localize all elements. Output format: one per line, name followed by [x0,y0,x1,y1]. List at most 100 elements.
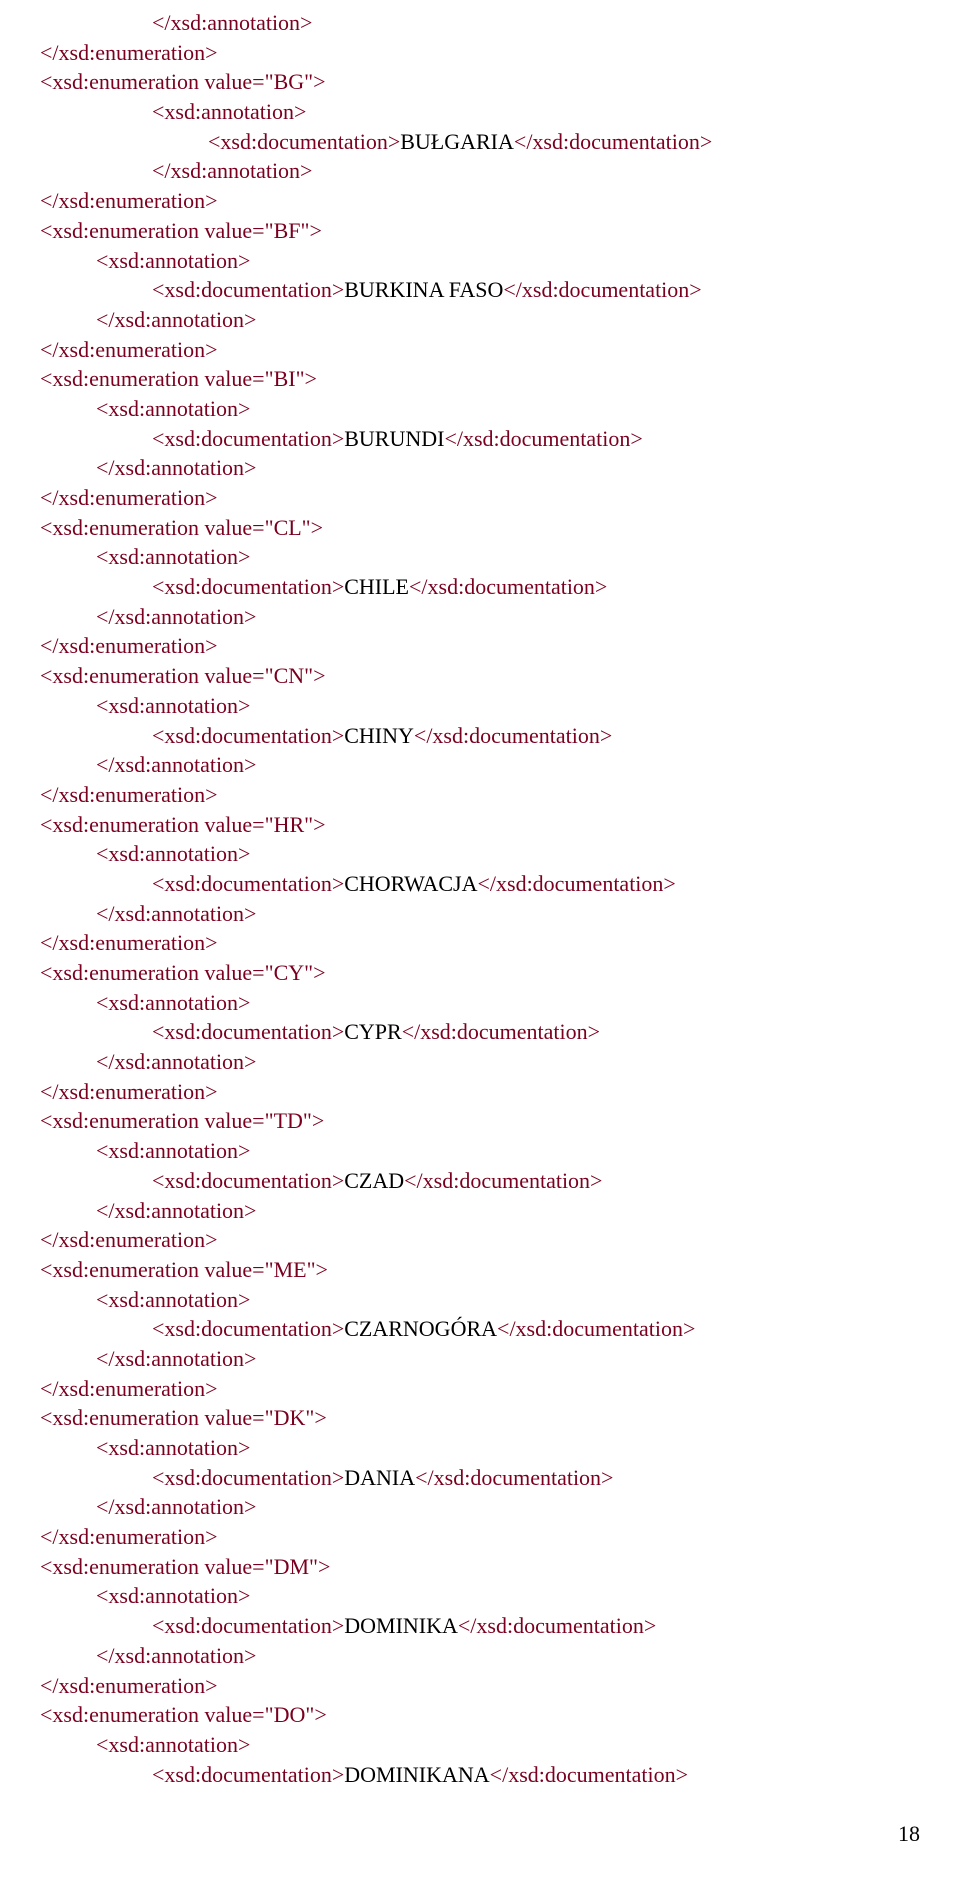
xml-line: <xsd:enumeration value="BF"> [40,216,920,246]
close-documentation: </xsd:documentation> [414,723,612,748]
xml-line: </xsd:enumeration> [40,483,920,513]
close-annotation: </xsd:annotation> [96,1198,256,1223]
close-annotation: </xsd:annotation> [152,158,312,183]
open-annotation: <xsd:annotation> [96,1138,250,1163]
open-annotation: <xsd:annotation> [96,693,250,718]
close-documentation: </xsd:documentation> [409,574,607,599]
open-enumeration: <xsd:enumeration value="TD"> [40,1108,324,1133]
xml-code-block: </xsd:annotation></xsd:enumeration><xsd:… [40,8,920,1789]
open-enumeration: <xsd:enumeration value="CY"> [40,960,326,985]
open-documentation: <xsd:documentation> [208,129,400,154]
xml-line: <xsd:documentation>BURKINA FASO</xsd:doc… [152,275,920,305]
xml-line: <xsd:enumeration value="CN"> [40,661,920,691]
xml-line: </xsd:enumeration> [40,780,920,810]
open-enumeration: <xsd:enumeration value="BG"> [40,69,326,94]
xml-line: </xsd:annotation> [96,1196,920,1226]
open-documentation: <xsd:documentation> [152,1019,344,1044]
xml-line: </xsd:enumeration> [40,1374,920,1404]
xml-line: <xsd:documentation>CYPR</xsd:documentati… [152,1017,920,1047]
xml-line: </xsd:enumeration> [40,1671,920,1701]
xml-line: <xsd:annotation> [96,394,920,424]
open-annotation: <xsd:annotation> [96,1732,250,1757]
documentation-text: CZAD [344,1168,404,1193]
xml-line: </xsd:annotation> [96,453,920,483]
xml-line: <xsd:annotation> [96,839,920,869]
xml-line: </xsd:enumeration> [40,335,920,365]
documentation-text: CYPR [344,1019,401,1044]
open-annotation: <xsd:annotation> [96,544,250,569]
close-enumeration: </xsd:enumeration> [40,40,218,65]
close-documentation: </xsd:documentation> [402,1019,600,1044]
xml-line: </xsd:annotation> [96,305,920,335]
documentation-text: BURKINA FASO [344,277,503,302]
close-annotation: </xsd:annotation> [96,307,256,332]
xml-line: </xsd:annotation> [96,899,920,929]
close-enumeration: </xsd:enumeration> [40,337,218,362]
xml-line: <xsd:documentation>BURUNDI</xsd:document… [152,424,920,454]
xml-line: <xsd:documentation>CZARNOGÓRA</xsd:docum… [152,1314,920,1344]
xml-line: </xsd:annotation> [96,602,920,632]
xml-line: <xsd:annotation> [96,1433,920,1463]
documentation-text: DANIA [344,1465,415,1490]
open-documentation: <xsd:documentation> [152,426,344,451]
close-enumeration: </xsd:enumeration> [40,1376,218,1401]
open-documentation: <xsd:documentation> [152,871,344,896]
open-enumeration: <xsd:enumeration value="BI"> [40,366,317,391]
close-enumeration: </xsd:enumeration> [40,633,218,658]
open-annotation: <xsd:annotation> [152,99,306,124]
close-documentation: </xsd:documentation> [503,277,701,302]
open-documentation: <xsd:documentation> [152,1465,344,1490]
documentation-text: DOMINIKANA [344,1762,489,1787]
xml-line: <xsd:annotation> [96,1285,920,1315]
close-documentation: </xsd:documentation> [490,1762,688,1787]
xml-line: <xsd:enumeration value="CL"> [40,513,920,543]
open-annotation: <xsd:annotation> [96,841,250,866]
documentation-text: CZARNOGÓRA [344,1316,497,1341]
close-documentation: </xsd:documentation> [458,1613,656,1638]
documentation-text: BUŁGARIA [400,129,514,154]
xml-line: </xsd:annotation> [96,1047,920,1077]
open-annotation: <xsd:annotation> [96,1287,250,1312]
xml-line: </xsd:enumeration> [40,928,920,958]
close-enumeration: </xsd:enumeration> [40,782,218,807]
xml-line: <xsd:annotation> [96,691,920,721]
open-enumeration: <xsd:enumeration value="CN"> [40,663,326,688]
close-enumeration: </xsd:enumeration> [40,1673,218,1698]
xml-line: </xsd:enumeration> [40,1522,920,1552]
close-enumeration: </xsd:enumeration> [40,930,218,955]
documentation-text: BURUNDI [344,426,444,451]
xml-line: <xsd:annotation> [96,246,920,276]
xml-line: </xsd:annotation> [96,1492,920,1522]
open-enumeration: <xsd:enumeration value="DM"> [40,1554,330,1579]
open-annotation: <xsd:annotation> [96,1435,250,1460]
xml-line: <xsd:documentation>CHINY</xsd:documentat… [152,721,920,751]
xml-document-page: </xsd:annotation></xsd:enumeration><xsd:… [0,0,960,1889]
open-enumeration: <xsd:enumeration value="BF"> [40,218,322,243]
xml-line: </xsd:annotation> [96,750,920,780]
close-documentation: </xsd:documentation> [477,871,675,896]
xml-line: <xsd:documentation>DANIA</xsd:documentat… [152,1463,920,1493]
xml-line: <xsd:documentation>DOMINIKA</xsd:documen… [152,1611,920,1641]
xml-line: </xsd:annotation> [152,8,920,38]
close-annotation: </xsd:annotation> [96,901,256,926]
xml-line: </xsd:enumeration> [40,1077,920,1107]
documentation-text: CHORWACJA [344,871,477,896]
open-documentation: <xsd:documentation> [152,1168,344,1193]
xml-line: <xsd:documentation>DOMINIKANA</xsd:docum… [152,1760,920,1790]
close-annotation: </xsd:annotation> [96,1643,256,1668]
open-documentation: <xsd:documentation> [152,1613,344,1638]
xml-line: </xsd:annotation> [96,1344,920,1374]
close-documentation: </xsd:documentation> [497,1316,695,1341]
xml-line: <xsd:enumeration value="BG"> [40,67,920,97]
xml-line: </xsd:annotation> [96,1641,920,1671]
xml-line: <xsd:enumeration value="DO"> [40,1700,920,1730]
documentation-text: CHINY [344,723,414,748]
xml-line: <xsd:documentation>CZAD</xsd:documentati… [152,1166,920,1196]
xml-line: </xsd:enumeration> [40,186,920,216]
xml-line: </xsd:enumeration> [40,631,920,661]
xml-line: <xsd:documentation>BUŁGARIA</xsd:documen… [208,127,920,157]
open-annotation: <xsd:annotation> [96,990,250,1015]
xml-line: <xsd:annotation> [96,988,920,1018]
close-documentation: </xsd:documentation> [415,1465,613,1490]
page-number: 18 [40,1819,920,1849]
